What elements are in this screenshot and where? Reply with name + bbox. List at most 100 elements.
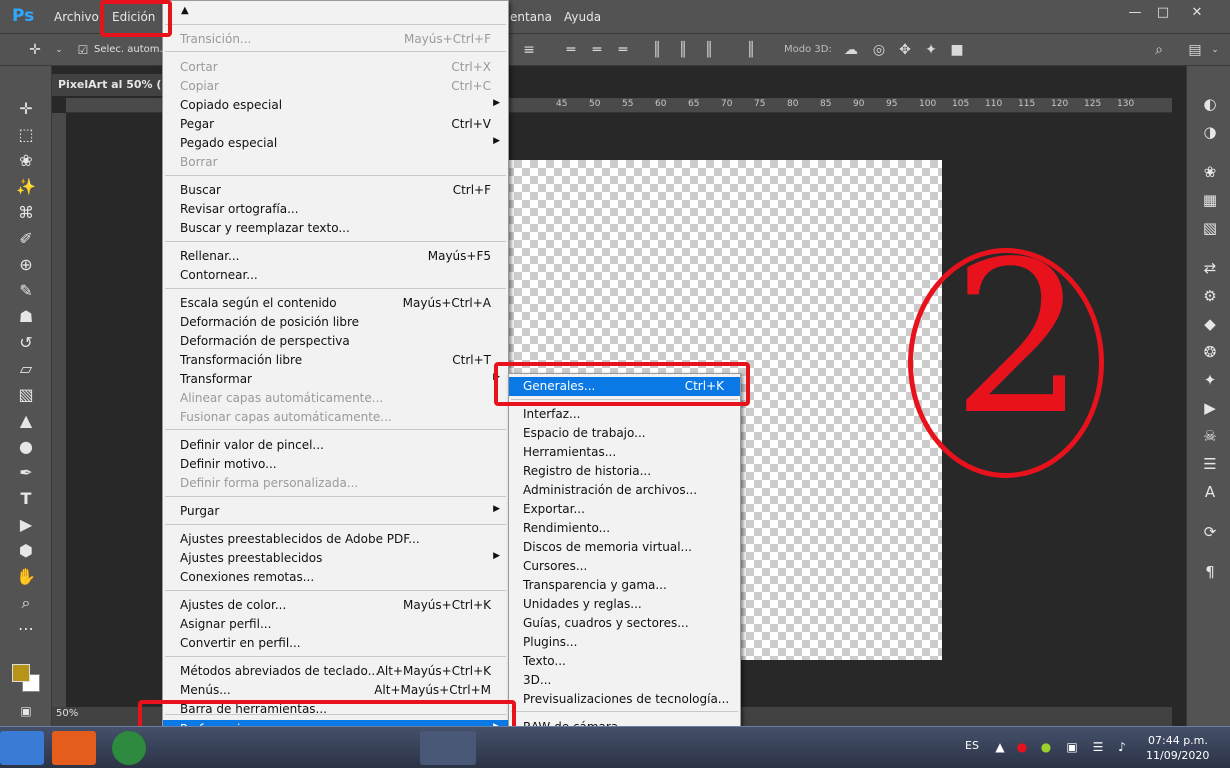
edit-menu-item[interactable]: Escala según el contenido Mayús+Ctrl+A	[163, 294, 508, 313]
workspace-icon[interactable]: ▤	[1186, 42, 1204, 58]
timeline-icon[interactable]: ⟳	[1199, 522, 1221, 542]
edit-menu-item[interactable]: Contornear...	[163, 266, 508, 285]
edit-menu-item[interactable]: Convertir en perfil...	[163, 634, 508, 653]
zoom-tool-icon[interactable]: ⌕	[12, 592, 40, 614]
move-tool-icon[interactable]: ✛	[12, 98, 40, 120]
edit-menu-item[interactable]: Ajustes de color... Mayús+Ctrl+K	[163, 596, 508, 615]
scroll-up-arrow-icon[interactable]: ▲	[181, 5, 189, 16]
edit-menu-item[interactable]: Deformación de perspectiva	[163, 332, 508, 351]
edit-menu-item[interactable]: Conexiones remotas...	[163, 568, 508, 587]
edit-menu-item[interactable]: Copiar Ctrl+C	[163, 77, 508, 96]
preferences-menu-item[interactable]: Registro de historia...	[509, 462, 740, 481]
color-panel-icon[interactable]: ◐	[1199, 94, 1221, 114]
menu-ayuda[interactable]: Ayuda	[564, 10, 601, 24]
preferences-menu-item[interactable]: Guías, cuadros y sectores...	[509, 614, 740, 633]
edit-menu-item[interactable]: Pegado especial ▶	[163, 134, 508, 153]
edit-menu-item[interactable]: Purgar ▶	[163, 502, 508, 521]
more-tools-icon[interactable]: ⋯	[12, 618, 40, 640]
language-indicator[interactable]: ES	[965, 739, 979, 752]
edit-menu-item[interactable]: Definir motivo...	[163, 455, 508, 474]
file-explorer-icon[interactable]	[0, 731, 44, 765]
auto-select-checkbox[interactable]: ☑	[74, 42, 92, 58]
edit-menu-item[interactable]: Asignar perfil...	[163, 615, 508, 634]
auto-align-icon[interactable]: ║	[742, 42, 760, 58]
layers-icon[interactable]: ◆	[1199, 314, 1221, 334]
eyedropper-tool-icon[interactable]: ✐	[12, 228, 40, 250]
clock-date[interactable]: 11/09/2020	[1146, 749, 1209, 762]
tool-presets-icon[interactable]: ☰	[1199, 454, 1221, 474]
taskbar-app-icon[interactable]	[420, 731, 476, 765]
preferences-menu-item[interactable]: Rendimiento...	[509, 519, 740, 538]
maximize-icon[interactable]: □	[1148, 5, 1178, 21]
network-icon[interactable]: ☰	[1090, 739, 1106, 755]
paragraph-icon[interactable]: ¶	[1199, 562, 1221, 582]
adjustments-icon[interactable]: ◑	[1199, 122, 1221, 142]
preferences-menu-item[interactable]: Unidades y reglas...	[509, 595, 740, 614]
edit-menu-item[interactable]: Transformación libre Ctrl+T	[163, 351, 508, 370]
brush-tool-icon[interactable]: ✎	[12, 280, 40, 302]
magic-wand-tool-icon[interactable]: ✨	[12, 176, 40, 198]
clone-stamp-tool-icon[interactable]: ☗	[12, 306, 40, 328]
orbit-3d-icon[interactable]: ☁	[842, 42, 860, 58]
align-middle-icon[interactable]: ═	[588, 42, 606, 58]
blur-tool-icon[interactable]: ▲	[12, 410, 40, 432]
pen-tool-icon[interactable]: ✒	[12, 462, 40, 484]
quick-mask-icon[interactable]: ▣	[12, 700, 40, 722]
character-icon[interactable]: A	[1199, 482, 1221, 502]
edit-menu-item[interactable]: Transición... Mayús+Ctrl+F	[163, 30, 508, 49]
healing-brush-tool-icon[interactable]: ⊕	[12, 254, 40, 276]
preferences-menu-item[interactable]: Administración de archivos...	[509, 481, 740, 500]
foreground-color-swatch[interactable]	[12, 664, 30, 682]
move-tool-icon[interactable]: ✛	[26, 42, 44, 58]
align-bottom-icon[interactable]: ═	[614, 42, 632, 58]
swatches-icon[interactable]: ❀	[1199, 162, 1221, 182]
preferences-menu-item[interactable]: Plugins...	[509, 633, 740, 652]
shape-tool-icon[interactable]: ⬢	[12, 540, 40, 562]
edit-menu-item[interactable]: Rellenar... Mayús+F5	[163, 247, 508, 266]
actions-icon[interactable]: ▶	[1199, 398, 1221, 418]
preferences-menu-item[interactable]: Previsualizaciones de tecnología...	[509, 690, 740, 709]
preferences-menu-item[interactable]: Discos de memoria virtual...	[509, 538, 740, 557]
properties-icon[interactable]: ⚙	[1199, 286, 1221, 306]
edit-menu-item[interactable]: Ajustes preestablecidos de Adobe PDF...	[163, 530, 508, 549]
edit-menu-item[interactable]: Menús... Alt+Mayús+Ctrl+M	[163, 681, 508, 700]
zoom-level[interactable]: 50%	[56, 708, 78, 719]
edit-menu-item[interactable]: Fusionar capas automáticamente...	[163, 408, 508, 427]
dodge-tool-icon[interactable]: ●	[12, 436, 40, 458]
libraries-icon[interactable]: ▦	[1199, 190, 1221, 210]
gradient-tool-icon[interactable]: ▧	[12, 384, 40, 406]
preferences-menu-item[interactable]: Espacio de trabajo...	[509, 424, 740, 443]
distribute-right-icon[interactable]: ║	[700, 42, 718, 58]
minimize-icon[interactable]: —	[1120, 5, 1150, 21]
preferences-menu-item[interactable]: Cursores...	[509, 557, 740, 576]
paths-icon[interactable]: ✦	[1199, 370, 1221, 390]
edit-menu-item[interactable]: Revisar ortografía...	[163, 200, 508, 219]
channels-icon[interactable]: ❂	[1199, 342, 1221, 362]
tray-app-icon[interactable]: ●	[1038, 739, 1054, 755]
distribute-icon[interactable]: ║	[648, 42, 666, 58]
align-top-icon[interactable]: ═	[562, 42, 580, 58]
menu-archivo[interactable]: Archivo	[54, 10, 99, 24]
hand-tool-icon[interactable]: ✋	[12, 566, 40, 588]
lasso-tool-icon[interactable]: ❀	[12, 150, 40, 172]
edit-menu-item[interactable]: Transformar ▶	[163, 370, 508, 389]
preferences-menu-item[interactable]: Herramientas...	[509, 443, 740, 462]
edit-menu-item[interactable]: Pegar Ctrl+V	[163, 115, 508, 134]
type-tool-icon[interactable]: T	[12, 488, 40, 510]
workspace-chevron-icon[interactable]: ⌄	[1206, 42, 1224, 58]
document-tab[interactable]: PixelArt al 50% (Cap	[52, 74, 172, 96]
edit-menu-item[interactable]: Alinear capas automáticamente...	[163, 389, 508, 408]
camera-3d-icon[interactable]: ■	[948, 42, 966, 58]
marquee-tool-icon[interactable]: ⬚	[12, 124, 40, 146]
brush-settings-icon[interactable]: ☠	[1199, 426, 1221, 446]
edit-menu-item[interactable]: Cortar Ctrl+X	[163, 58, 508, 77]
close-icon[interactable]: ✕	[1182, 5, 1212, 21]
path-selection-tool-icon[interactable]: ▶	[12, 514, 40, 536]
tray-expand-icon[interactable]: ▲	[992, 739, 1008, 755]
edit-menu-item[interactable]: Métodos abreviados de teclado... Alt+Mayú…	[163, 662, 508, 681]
eraser-tool-icon[interactable]: ▱	[12, 358, 40, 380]
pan-3d-icon[interactable]: ✥	[896, 42, 914, 58]
edit-menu-item[interactable]: Ajustes preestablecidos ▶	[163, 549, 508, 568]
device-icon[interactable]: ▣	[1064, 739, 1080, 755]
preferences-menu-item[interactable]: Interfaz...	[509, 405, 740, 424]
